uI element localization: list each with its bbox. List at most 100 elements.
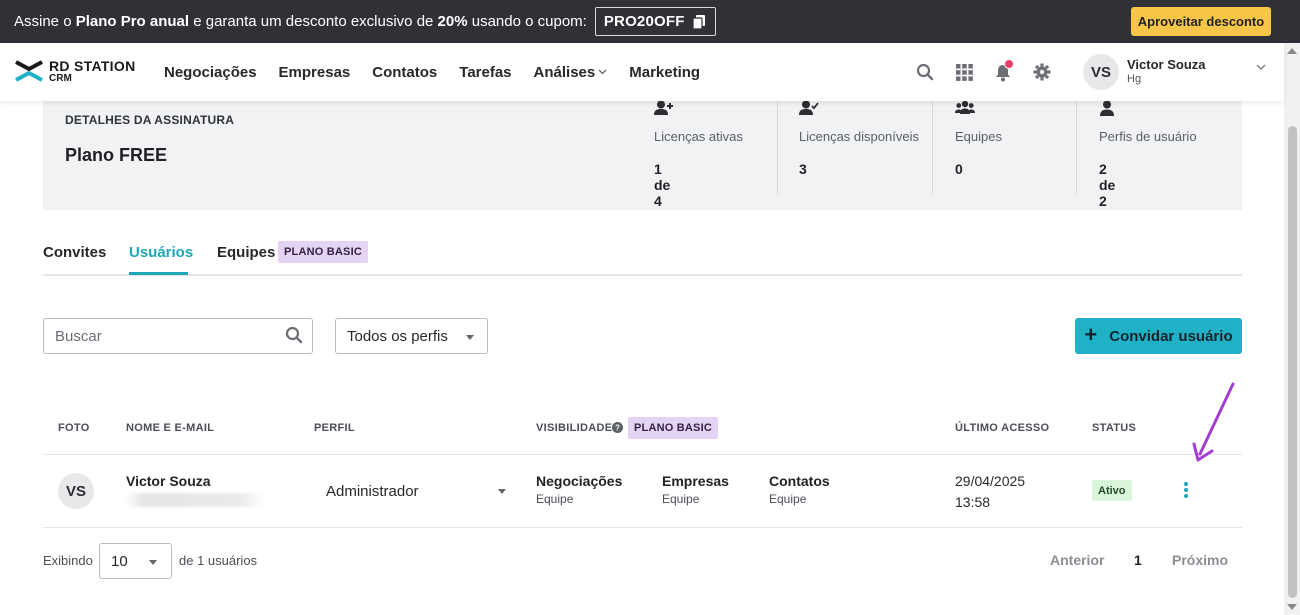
subscription-label: DETALHES DA ASSINATURA: [65, 113, 235, 127]
header-photo: FOTO: [58, 422, 90, 434]
search-icon[interactable]: [285, 326, 303, 344]
stat-label: Equipes: [955, 129, 1002, 144]
user-org: Hg: [1127, 73, 1142, 86]
menu-item-analises[interactable]: Análises: [534, 64, 608, 81]
apps-grid-icon[interactable]: [951, 59, 977, 85]
pagination-previous[interactable]: Anterior: [1050, 552, 1104, 568]
tabs-bar: Convites Usuários Equipes PLANO BASIC: [43, 236, 1242, 276]
rd-logo-mark-icon: [15, 60, 43, 82]
user-email-redacted: [126, 493, 266, 507]
subscription-plan: Plano FREE: [65, 145, 168, 165]
promo-discount: 20%: [437, 13, 468, 30]
tab-equipes[interactable]: Equipes: [217, 244, 275, 261]
bell-icon[interactable]: [990, 59, 1016, 85]
users-group-icon: [955, 100, 975, 114]
stat-value: 1 de 4: [654, 161, 671, 209]
profile-select[interactable]: Administrador: [314, 474, 514, 508]
annotation-arrow-icon: [1192, 382, 1235, 462]
menu-item-negociacoes[interactable]: Negociações: [164, 64, 257, 81]
logo-line1: RD STATION: [49, 57, 136, 74]
menu-item-contatos[interactable]: Contatos: [372, 64, 437, 81]
subscription-details-card: DETALHES DA ASSINATURA Plano FREE Licenç…: [43, 95, 1242, 210]
visibility-negociacoes: Negociações Equipe: [536, 473, 622, 506]
stat-label: Licenças disponíveis: [799, 129, 919, 144]
gear-icon[interactable]: [1029, 59, 1055, 85]
tab-usuarios[interactable]: Usuários: [129, 244, 193, 261]
scroll-down-arrow[interactable]: [1287, 604, 1297, 610]
table-header-divider: [43, 454, 1242, 455]
menu-item-empresas[interactable]: Empresas: [279, 64, 351, 81]
visibility-scope: Equipe: [769, 492, 807, 506]
invite-user-button[interactable]: + Convidar usuário: [1075, 318, 1242, 354]
user-plus-icon: [654, 100, 673, 115]
visibility-title: Negociações: [536, 473, 623, 489]
caret-down-icon: [498, 489, 506, 494]
header-name-email: NOME E E-MAIL: [126, 422, 215, 434]
copy-icon: [692, 14, 705, 29]
table-row-divider: [43, 527, 1242, 528]
scroll-up-arrow[interactable]: [1287, 48, 1297, 54]
tab-convites[interactable]: Convites: [43, 244, 106, 261]
chevron-down-icon: [598, 69, 607, 75]
promo-text-after: usando o cupom:: [467, 13, 587, 30]
avatar: VS: [1083, 54, 1119, 90]
promo-text-before: Assine o: [14, 13, 76, 30]
menu-label: Tarefas: [459, 63, 512, 81]
promo-text-middle: e garanta um desconto exclusivo de: [189, 13, 438, 30]
pagination-next[interactable]: Próximo: [1172, 552, 1228, 568]
help-circle-icon[interactable]: ?: [612, 422, 623, 433]
caret-down-icon: [466, 335, 474, 340]
stat-value: 0: [955, 161, 963, 177]
stat-value: 2 de 2: [1099, 161, 1116, 209]
rd-station-logo[interactable]: RD STATION CRM: [14, 58, 135, 84]
search-box: [43, 318, 313, 354]
pagination-current-page[interactable]: 1: [1134, 552, 1142, 568]
avatar: VS: [58, 473, 94, 509]
pagination-total-label: de 1 usuários: [179, 553, 258, 568]
invite-user-label: Convidar usuário: [1109, 327, 1233, 345]
status-badge: Ativo: [1092, 480, 1132, 501]
stat-divider: [932, 95, 933, 195]
stat-label: Perfis de usuário: [1099, 129, 1197, 144]
active-tab-indicator: [129, 272, 188, 275]
search-icon[interactable]: [912, 59, 938, 85]
menu-label: Contatos: [372, 63, 438, 81]
stat-value: 3: [799, 161, 807, 177]
header-profile: PERFIL: [314, 422, 355, 434]
menu-label: Análises: [533, 63, 596, 81]
menu-item-marketing[interactable]: Marketing: [629, 64, 700, 81]
logo-line2: CRM: [49, 72, 72, 84]
profile-filter-select[interactable]: Todos os perfis: [335, 318, 488, 354]
notification-dot: [1004, 59, 1014, 69]
promo-plan: Plano Pro anual: [75, 13, 190, 30]
scrollbar-thumb[interactable]: [1288, 126, 1297, 598]
chevron-down-icon[interactable]: [1256, 64, 1266, 71]
header-last-access: ÚLTIMO ACESSO: [955, 422, 1050, 434]
pagination-showing-label: Exibindo: [43, 553, 93, 568]
promo-cta-button[interactable]: Aproveitar desconto: [1131, 7, 1271, 36]
menu-label: Empresas: [278, 63, 351, 81]
visibility-scope: Equipe: [662, 492, 700, 506]
stat-divider: [777, 95, 778, 195]
coupon-code-button[interactable]: PRO20OFF: [594, 7, 716, 36]
search-input[interactable]: [44, 319, 274, 353]
main-menu: Negociações Empresas Contatos Tarefas An…: [164, 43, 722, 101]
per-page-select[interactable]: 10: [99, 543, 172, 579]
promo-banner: Assine o Plano Pro anual e garanta um de…: [0, 0, 1300, 43]
user-menu[interactable]: VS Victor Souza Hg: [1083, 54, 1206, 90]
user-check-icon: [799, 100, 819, 115]
last-access-date: 29/04/2025: [955, 473, 1026, 489]
caret-down-icon: [149, 560, 157, 565]
nav-icons: [912, 43, 1068, 101]
visibility-empresas: Empresas Equipe: [662, 473, 729, 506]
plus-icon: +: [1084, 322, 1098, 347]
header-visibility: VISIBILIDADE: [536, 422, 613, 434]
menu-item-tarefas[interactable]: Tarefas: [459, 64, 511, 81]
row-actions-kebab-icon[interactable]: [1178, 480, 1194, 500]
menu-label: Marketing: [629, 63, 701, 81]
coupon-code: PRO20OFF: [603, 13, 685, 30]
user-icon: [1100, 100, 1114, 116]
plan-basic-badge: PLANO BASIC: [278, 241, 368, 263]
profile-filter-value: Todos os perfis: [347, 327, 448, 345]
stat-label: Licenças ativas: [654, 129, 743, 144]
